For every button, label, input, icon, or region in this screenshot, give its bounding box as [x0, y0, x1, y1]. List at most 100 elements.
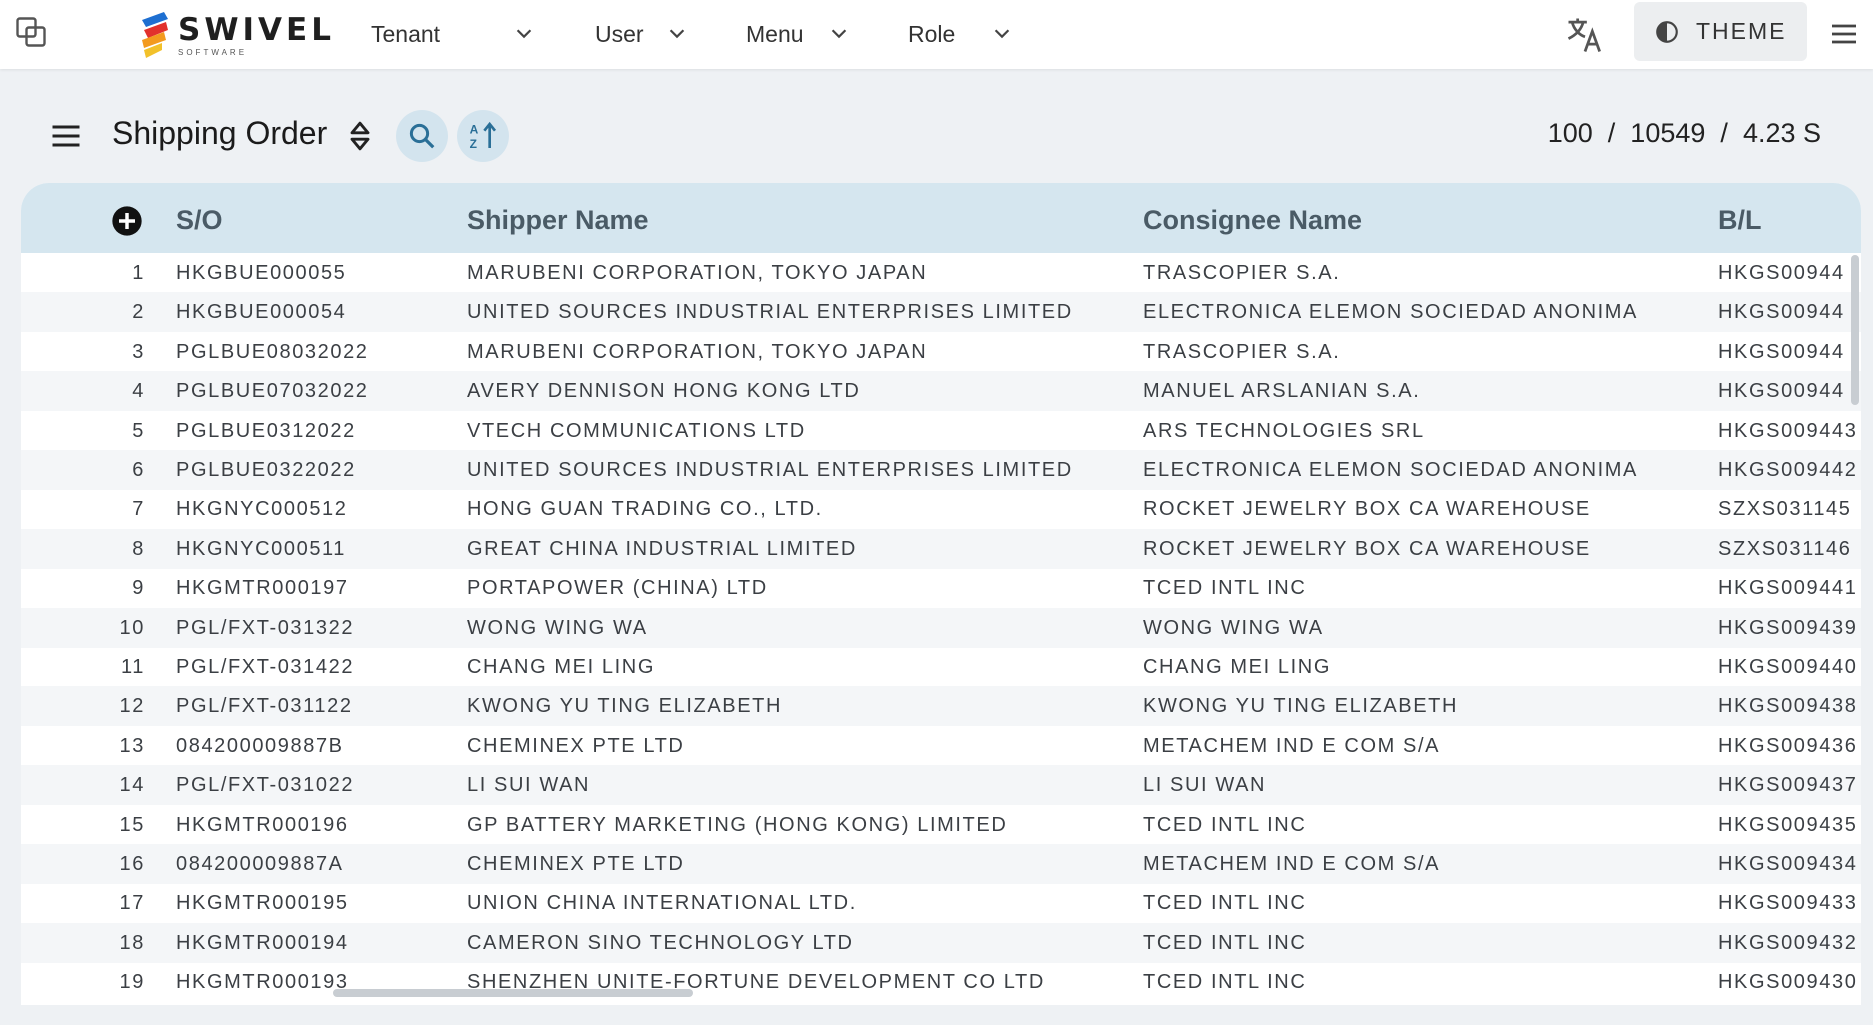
- cell-bl: HKGS009438: [1718, 695, 1858, 718]
- row-number: 6: [132, 459, 145, 481]
- theme-button-label: THEME: [1696, 18, 1787, 44]
- row-number: 1: [132, 262, 145, 284]
- translate-icon[interactable]: [1563, 13, 1607, 57]
- cell-bl: HKGS00944: [1718, 262, 1845, 284]
- row-number: 11: [121, 656, 145, 678]
- table-row[interactable]: 3 PGLBUE08032022 MARUBENI CORPORATION, TOK…: [21, 332, 1861, 372]
- table-body: 1 HKGBUE000055 MARUBENI CORPORATION, TOKYO…: [21, 253, 1861, 1005]
- cell-so: 084200009887B: [176, 734, 344, 757]
- cell-consignee: ELECTRONICA ELEMON SOCIEDAD ANONIMA: [1143, 459, 1638, 481]
- table-row[interactable]: 12 PGL/FXT-031122 KWONG YU TING ELIZABETH K…: [21, 686, 1861, 727]
- cell-shipper: AVERY DENNISON HONG KONG LTD: [467, 380, 861, 403]
- row-number: 14: [119, 774, 145, 797]
- cell-so: PGL/FXT-031022: [176, 774, 355, 797]
- table-row[interactable]: 13 084200009887B CHEMINEX PTE LTD METACHEM …: [21, 726, 1861, 766]
- table-row[interactable]: 15 HKGMTR000196 GP BATTERY MARKETING (HONG…: [21, 805, 1861, 845]
- window-switch-icon[interactable]: [13, 14, 49, 50]
- cell-consignee: METACHEM IND E COM S/A: [1143, 734, 1441, 757]
- sort-button[interactable]: A Z: [457, 110, 509, 162]
- nav-menu-user-label: User: [595, 21, 644, 47]
- cell-consignee: ELECTRONICA ELEMON SOCIEDAD ANONIMA: [1143, 301, 1638, 324]
- chevron-down-icon[interactable]: [828, 22, 850, 44]
- cell-shipper: HONG GUAN TRADING CO., LTD.: [467, 498, 823, 521]
- chevron-down-icon[interactable]: [991, 22, 1013, 44]
- cell-bl: HKGS00944: [1718, 301, 1845, 324]
- sort-toggle-icon[interactable]: [347, 120, 373, 152]
- cell-so: PGL/FXT-031122: [176, 695, 353, 718]
- table-row[interactable]: 18 HKGMTR000194 CAMERON SINO TECHNOLOGY LT…: [21, 922, 1861, 963]
- theme-button[interactable]: THEME: [1634, 2, 1807, 61]
- cell-consignee: TRASCOPIER S.A.: [1143, 262, 1341, 284]
- table-row[interactable]: 14 PGL/FXT-031022 LI SUI WAN LI SUI WAN HKGS…: [21, 765, 1861, 806]
- load-time: 4.23 S: [1742, 118, 1821, 148]
- cell-bl: SZXS031146: [1718, 537, 1852, 560]
- table-row[interactable]: 8 HKGNYC000511 GREAT CHINA INDUSTRIAL LIMI…: [21, 528, 1861, 569]
- cell-bl: HKGS009442: [1718, 459, 1858, 481]
- cell-so: HKGNYC000512: [176, 498, 348, 521]
- sidebar-toggle-icon[interactable]: [48, 118, 84, 154]
- cell-bl: HKGS009430: [1718, 971, 1858, 994]
- table-row[interactable]: 19 HKGMTR000193 SHENZHEN UNITE-FORTUNE DEV…: [21, 962, 1861, 1002]
- cell-so: PGLBUE0322022: [176, 459, 356, 481]
- table-row[interactable]: 9 HKGMTR000197 PORTAPOWER (CHINA) LTD TCED …: [21, 568, 1861, 608]
- nav-menu-menu-label: Menu: [746, 21, 804, 47]
- chevron-down-icon[interactable]: [666, 22, 688, 44]
- cell-shipper: GP BATTERY MARKETING (HONG KONG) LIMITED: [467, 813, 1008, 836]
- table-row[interactable]: 17 HKGMTR000195 UNION CHINA INTERNATIONAL …: [21, 883, 1861, 923]
- chevron-down-icon[interactable]: [513, 22, 535, 44]
- search-button[interactable]: [396, 110, 448, 162]
- table-row[interactable]: 1 HKGBUE000055 MARUBENI CORPORATION, TOKYO…: [21, 253, 1861, 293]
- column-header-consignee[interactable]: Consignee Name: [1143, 205, 1362, 236]
- table-row[interactable]: 2 HKGBUE000054 UNITED SOURCES INDUSTRIAL E…: [21, 292, 1861, 333]
- table-header: S/O Shipper Name Consignee Name B/L: [21, 183, 1861, 253]
- cell-bl: HKGS00944: [1718, 340, 1845, 363]
- table-row[interactable]: 5 PGLBUE0312022 VTECH COMMUNICATIONS LTD AR…: [21, 411, 1861, 451]
- column-header-bl[interactable]: B/L: [1718, 205, 1762, 236]
- cell-shipper: PORTAPOWER (CHINA) LTD: [467, 577, 768, 600]
- cell-shipper: UNITED SOURCES INDUSTRIAL ENTERPRISES LI…: [467, 459, 1073, 481]
- cell-consignee: TRASCOPIER S.A.: [1143, 340, 1341, 363]
- row-number: 5: [132, 419, 145, 442]
- sort-az-icon: A Z: [470, 121, 497, 151]
- table-row[interactable]: 7 HKGNYC000512 HONG GUAN TRADING CO., LTD.…: [21, 489, 1861, 529]
- table-row[interactable]: 16 084200009887A CHEMINEX PTE LTD METACHEM …: [21, 844, 1861, 884]
- cell-shipper: VTECH COMMUNICATIONS LTD: [467, 419, 806, 442]
- horizontal-scrollbar[interactable]: [333, 989, 693, 997]
- shipping-order-table: S/O Shipper Name Consignee Name B/L 1 HKG…: [21, 183, 1861, 1005]
- nav-menu-tenant[interactable]: Tenant: [371, 0, 440, 69]
- cell-consignee: ROCKET JEWELRY BOX CA WAREHOUSE: [1143, 498, 1591, 521]
- row-number: 17: [119, 892, 145, 915]
- nav-menu-user[interactable]: User: [595, 0, 644, 69]
- total-count: 10549: [1630, 118, 1706, 148]
- cell-so: PGLBUE0312022: [176, 419, 356, 442]
- row-number: 8: [132, 537, 145, 560]
- column-header-so[interactable]: S/O: [176, 205, 223, 236]
- column-header-shipper[interactable]: Shipper Name: [467, 205, 649, 236]
- table-row[interactable]: 10 PGL/FXT-031322 WONG WING WA WONG WING WA…: [21, 607, 1861, 648]
- cell-bl: HKGS009435: [1718, 813, 1858, 836]
- cell-shipper: WONG WING WA: [467, 616, 648, 639]
- row-number: 16: [119, 853, 145, 875]
- cell-shipper: KWONG YU TING ELIZABETH: [467, 695, 782, 718]
- cell-so: HKGNYC000511: [176, 537, 347, 560]
- main-menu-icon[interactable]: [1828, 18, 1860, 50]
- nav-menu-menu[interactable]: Menu: [746, 0, 804, 69]
- nav-menu-role[interactable]: Role: [908, 0, 955, 69]
- add-row-icon[interactable]: [111, 205, 143, 237]
- cell-bl: HKGS00944: [1718, 380, 1845, 403]
- cell-bl: HKGS009437: [1718, 774, 1858, 797]
- cell-consignee: TCED INTL INC: [1143, 931, 1307, 954]
- cell-so: PGL/FXT-031422: [176, 656, 355, 678]
- table-row[interactable]: 6 PGLBUE0322022 UNITED SOURCES INDUSTRIAL …: [21, 450, 1861, 490]
- cell-bl: HKGS009432: [1718, 931, 1858, 954]
- table-row[interactable]: 4 PGLBUE07032022 AVERY DENNISON HONG KONG …: [21, 371, 1861, 412]
- search-icon: [409, 123, 435, 149]
- swivel-logo[interactable]: SWIVEL SOFTWARE: [138, 10, 331, 60]
- row-number: 12: [119, 695, 145, 718]
- vertical-scrollbar[interactable]: [1851, 255, 1859, 405]
- row-number: 3: [132, 340, 145, 363]
- svg-text:Z: Z: [470, 137, 477, 151]
- cell-so: HKGBUE000054: [176, 301, 347, 324]
- table-row[interactable]: 11 PGL/FXT-031422 CHANG MEI LING CHANG MEI …: [21, 647, 1861, 687]
- cell-consignee: MANUEL ARSLANIAN S.A.: [1143, 380, 1421, 403]
